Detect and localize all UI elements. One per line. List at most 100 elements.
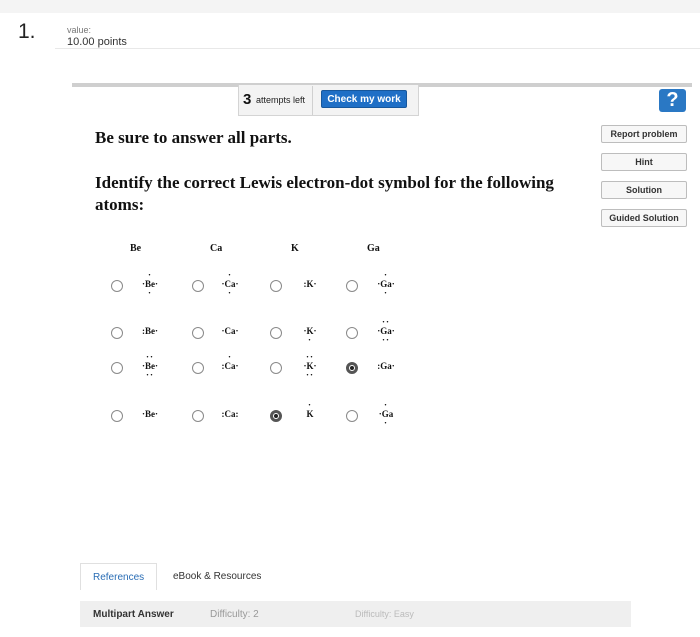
instruction-text: Be sure to answer all parts. bbox=[95, 128, 292, 147]
dots-bottom bbox=[295, 290, 325, 297]
dots-bottom bbox=[135, 337, 165, 344]
symbol-right: · bbox=[391, 326, 395, 336]
answer-radio[interactable] bbox=[346, 410, 358, 422]
column-header: Be bbox=[130, 243, 142, 254]
lewis-symbol: ·· ·Ga· ·· bbox=[371, 317, 401, 345]
lewis-symbol: :Ga· bbox=[371, 354, 401, 379]
lewis-symbol: ·· ·K· ·· bbox=[295, 352, 325, 380]
answer-radio[interactable] bbox=[346, 362, 358, 374]
dots-top: · bbox=[227, 270, 232, 280]
column-header: K bbox=[291, 243, 299, 254]
lewis-symbol: ·Be· bbox=[135, 402, 165, 427]
symbol-right: : bbox=[235, 409, 239, 419]
dots-top bbox=[295, 272, 325, 279]
answer-radio[interactable] bbox=[346, 327, 358, 339]
answer-radio[interactable] bbox=[111, 327, 123, 339]
symbol-right: · bbox=[155, 361, 159, 371]
lewis-symbol: · ·Ga · bbox=[371, 400, 401, 428]
difficulty-word: Difficulty: Easy bbox=[355, 609, 414, 619]
divider bbox=[55, 48, 700, 49]
hint-button[interactable]: Hint bbox=[601, 153, 687, 171]
dots-bottom bbox=[371, 372, 401, 379]
attempts-count: 3 bbox=[243, 91, 252, 108]
column-header: Ga bbox=[367, 243, 380, 254]
dots-top: ·· bbox=[381, 317, 390, 327]
solution-button[interactable]: Solution bbox=[601, 181, 687, 199]
difficulty-level: Difficulty: 2 bbox=[210, 609, 259, 620]
dots-bottom: · bbox=[147, 288, 152, 298]
dots-bottom bbox=[295, 420, 325, 427]
dots-bottom: · bbox=[227, 288, 232, 298]
answer-radio[interactable] bbox=[192, 280, 204, 292]
lewis-symbol: ·Ca· bbox=[215, 319, 245, 344]
symbol-right: · bbox=[155, 279, 159, 289]
symbol-right: · bbox=[235, 326, 239, 336]
dots-top: · bbox=[227, 352, 232, 362]
help-icon[interactable]: ? bbox=[659, 89, 686, 112]
dots-top bbox=[215, 319, 245, 326]
question-prompt: Identify the correct Lewis electron-dot … bbox=[95, 173, 554, 214]
answer-radio[interactable] bbox=[111, 410, 123, 422]
answer-radio[interactable] bbox=[346, 280, 358, 292]
symbol-right: · bbox=[235, 361, 239, 371]
lewis-symbol: · ·Be· · bbox=[135, 270, 165, 298]
tab-references[interactable]: References bbox=[80, 563, 158, 590]
guided-solution-button[interactable]: Guided Solution bbox=[601, 209, 687, 227]
dots-top bbox=[135, 402, 165, 409]
answer-radio[interactable] bbox=[111, 280, 123, 292]
dots-top bbox=[295, 319, 325, 326]
top-strip bbox=[0, 0, 700, 13]
dots-top bbox=[371, 354, 401, 361]
answer-radio[interactable] bbox=[111, 362, 123, 374]
answer-radio[interactable] bbox=[270, 280, 282, 292]
check-my-work-button[interactable]: Check my work bbox=[321, 90, 407, 108]
dots-top: · bbox=[147, 270, 152, 280]
lewis-symbol: :K· bbox=[295, 272, 325, 297]
dots-top: · bbox=[383, 400, 388, 410]
dots-bottom: ·· bbox=[381, 335, 390, 345]
answer-radio[interactable] bbox=[270, 362, 282, 374]
answer-radio[interactable] bbox=[192, 327, 204, 339]
symbol-right: · bbox=[235, 279, 239, 289]
lewis-symbol: ·· ·Be· ·· bbox=[135, 352, 165, 380]
dots-bottom: · bbox=[383, 288, 388, 298]
multipart-answer-label: Multipart Answer bbox=[93, 609, 174, 620]
answer-radio[interactable] bbox=[192, 410, 204, 422]
report-problem-button[interactable]: Report problem bbox=[601, 125, 687, 143]
dots-bottom: · bbox=[307, 335, 312, 345]
symbol-right: · bbox=[313, 279, 317, 289]
dots-bottom: ·· bbox=[305, 370, 314, 380]
lewis-symbol: ·:Ca· bbox=[215, 352, 245, 379]
symbol-right: · bbox=[391, 279, 395, 289]
dots-top: ·· bbox=[305, 352, 314, 362]
attempts-text: attempts left bbox=[256, 95, 306, 105]
dots-bottom bbox=[215, 372, 245, 379]
dots-bottom: ·· bbox=[145, 370, 154, 380]
answer-radio[interactable] bbox=[270, 327, 282, 339]
lewis-symbol: · K bbox=[295, 400, 325, 427]
dots-top: · bbox=[383, 270, 388, 280]
symbol-right: · bbox=[391, 361, 395, 371]
tab-ebook-resources[interactable]: eBook & Resources bbox=[173, 563, 261, 589]
toolbar-separator bbox=[312, 86, 313, 115]
dots-top: · bbox=[307, 400, 312, 410]
question-number: 1. bbox=[18, 20, 36, 43]
dots-bottom bbox=[215, 420, 245, 427]
symbol-right: · bbox=[313, 326, 317, 336]
question-points: 10.00 points bbox=[67, 36, 127, 48]
lewis-symbol: ·K· · bbox=[295, 319, 325, 345]
dots-bottom: · bbox=[383, 418, 388, 428]
lewis-symbol: :Ca: bbox=[215, 402, 245, 427]
answer-radio[interactable] bbox=[192, 362, 204, 374]
answer-radio[interactable] bbox=[270, 410, 282, 422]
resource-tabs: References eBook & Resources bbox=[80, 563, 640, 593]
symbol-right: · bbox=[154, 326, 158, 336]
help-glyph: ? bbox=[666, 89, 679, 111]
dots-bottom bbox=[135, 420, 165, 427]
lewis-symbol: :Be· bbox=[135, 319, 165, 344]
dots-top bbox=[135, 319, 165, 326]
value-label: value: bbox=[67, 25, 92, 35]
dots-bottom bbox=[215, 337, 245, 344]
dots-top: ·· bbox=[145, 352, 154, 362]
dots-top bbox=[215, 402, 245, 409]
